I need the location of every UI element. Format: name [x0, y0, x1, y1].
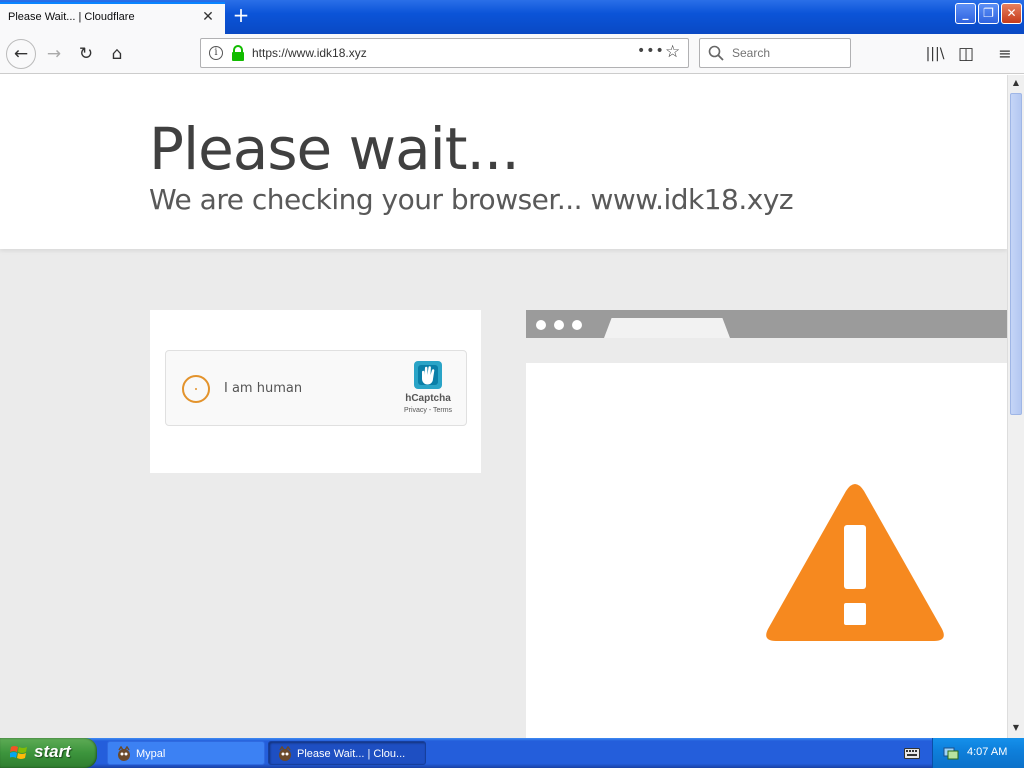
- clock[interactable]: 4:07 AM: [967, 746, 1007, 758]
- illustration-tab: [604, 318, 730, 338]
- taskbar: start Mypal Please Wait... | Clou... 4:0…: [0, 738, 1024, 768]
- windows-logo-icon: [10, 746, 27, 759]
- illustration-topbar: [526, 310, 1007, 338]
- tab-cloudflare[interactable]: Please Wait... | Cloudflare ✕: [0, 2, 225, 34]
- scroll-thumb[interactable]: [1010, 93, 1022, 415]
- forward-button[interactable]: →: [40, 40, 68, 68]
- scroll-down-button[interactable]: ▼: [1009, 721, 1023, 735]
- search-placeholder: Search: [732, 46, 771, 60]
- search-icon: [708, 45, 724, 61]
- url-text[interactable]: https://www.idk18.xyz: [252, 46, 367, 60]
- start-label: start: [34, 742, 71, 761]
- info-icon[interactable]: i: [209, 46, 223, 60]
- illustration-dot: [572, 320, 582, 330]
- captcha-panel: I am human hCaptcha Privacy - Terms: [150, 310, 481, 473]
- maximize-button[interactable]: ❐: [978, 3, 999, 24]
- back-button[interactable]: ←: [6, 39, 36, 69]
- close-tab-icon[interactable]: ✕: [200, 9, 216, 25]
- taskbar-item-label: Mypal: [136, 748, 166, 760]
- bookmark-star-icon[interactable]: ☆: [665, 42, 680, 62]
- taskbar-item-mypal[interactable]: Mypal: [107, 741, 265, 765]
- network-icon[interactable]: [943, 745, 959, 761]
- hcaptcha-logo-icon: [414, 361, 442, 389]
- keyboard-icon[interactable]: [904, 746, 920, 760]
- library-icon[interactable]: |||\: [921, 40, 949, 68]
- page-viewport: Please wait... We are checking your brow…: [0, 75, 1007, 738]
- captcha-checkbox[interactable]: [182, 375, 210, 403]
- warning-icon: [766, 484, 944, 641]
- page-subtitle: We are checking your browser... www.idk1…: [149, 183, 794, 216]
- illustration-dot: [554, 320, 564, 330]
- hcaptcha-widget[interactable]: I am human hCaptcha Privacy - Terms: [165, 350, 467, 426]
- system-tray: 4:07 AM: [932, 738, 1024, 768]
- close-window-button[interactable]: ✕: [1001, 3, 1022, 24]
- browser-illustration: [526, 310, 1007, 738]
- captcha-label: I am human: [224, 381, 303, 396]
- taskbar-item-label: Please Wait... | Clou...: [297, 748, 406, 760]
- illustration-body: [526, 363, 1007, 738]
- hcaptcha-links[interactable]: Privacy - Terms: [392, 407, 464, 414]
- menu-icon[interactable]: ≡: [991, 40, 1019, 68]
- navigation-toolbar: ← → ↻ ⌂ i https://www.idk18.xyz ••• ☆ Se…: [0, 34, 1024, 74]
- minimize-button[interactable]: _: [955, 3, 976, 24]
- page-title: Please wait...: [149, 115, 520, 183]
- start-button[interactable]: start: [0, 738, 97, 768]
- home-button[interactable]: ⌂: [103, 40, 131, 68]
- mypal-app-icon: [118, 746, 130, 761]
- tab-title: Please Wait... | Cloudflare: [8, 11, 135, 23]
- page-header: Please wait... We are checking your brow…: [0, 75, 1007, 249]
- taskbar-item-cloudflare[interactable]: Please Wait... | Clou...: [268, 741, 426, 765]
- title-bar: Please Wait... | Cloudflare ✕ + _ ❐ ✕: [0, 0, 1024, 34]
- search-input[interactable]: Search: [699, 38, 851, 68]
- lock-icon[interactable]: [231, 45, 245, 61]
- mypal-app-icon: [279, 746, 291, 761]
- illustration-dot: [536, 320, 546, 330]
- reload-button[interactable]: ↻: [72, 40, 100, 68]
- url-bar[interactable]: i https://www.idk18.xyz ••• ☆: [200, 38, 689, 68]
- scroll-up-button[interactable]: ▲: [1009, 76, 1023, 90]
- hcaptcha-brand: hCaptcha: [405, 393, 451, 404]
- new-tab-button[interactable]: +: [230, 4, 252, 26]
- sidebar-icon[interactable]: ◫: [952, 40, 980, 68]
- page-actions-icon[interactable]: •••: [637, 43, 665, 59]
- vertical-scrollbar[interactable]: ▲ ▼: [1007, 75, 1024, 738]
